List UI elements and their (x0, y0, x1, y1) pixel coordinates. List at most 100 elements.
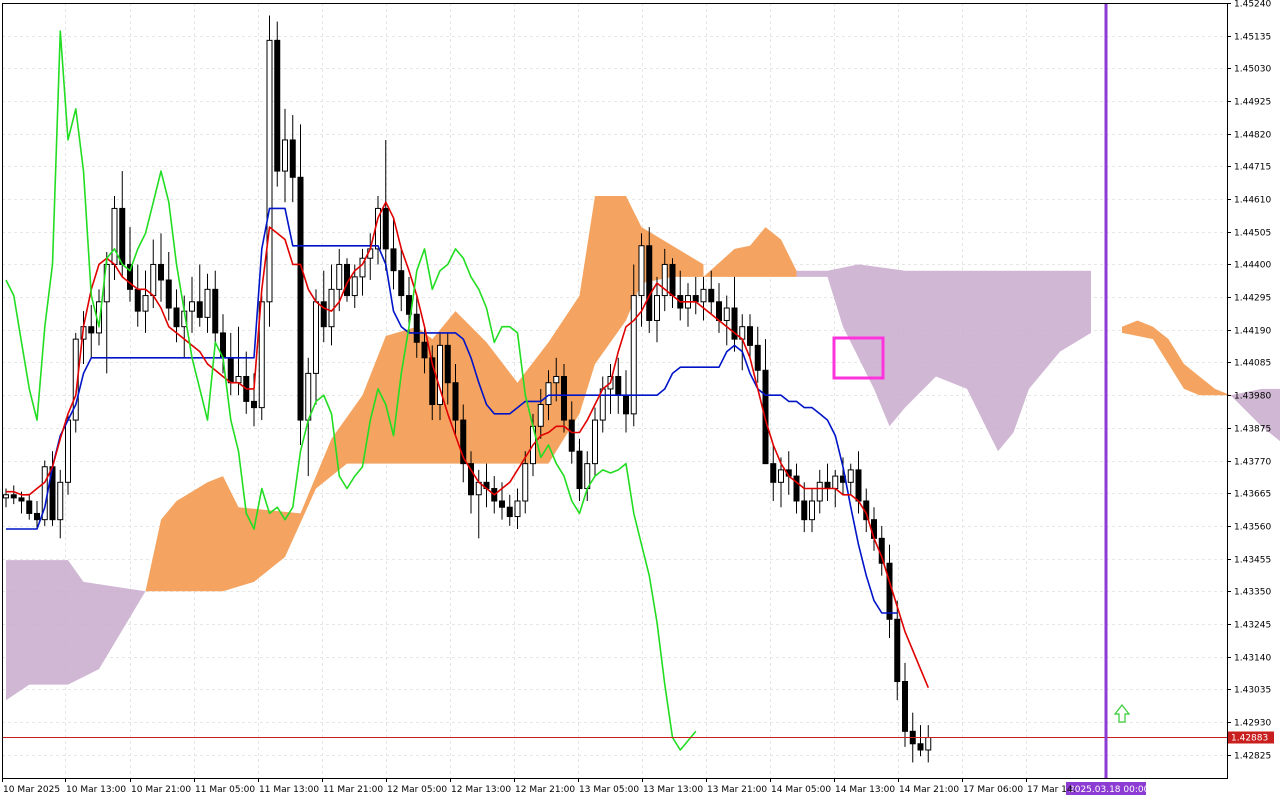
candle-bear (887, 563, 892, 619)
x-tick-label: 10 Mar 2025 (3, 785, 60, 795)
y-tick-label: 1.43665 (1234, 490, 1271, 500)
y-tick-label: 1.44295 (1234, 294, 1271, 304)
x-tick-label: 12 Mar 05:00 (387, 785, 447, 795)
x-tick-label: 13 Mar 21:00 (707, 785, 767, 795)
x-tick-label: 14 Mar 05:00 (771, 785, 831, 795)
candle-bear (383, 208, 388, 248)
candle-bear (391, 249, 396, 271)
candle-bear (562, 376, 567, 420)
candle-bear (825, 482, 830, 488)
candle-bear (445, 345, 450, 382)
candle-bear (11, 495, 16, 498)
y-tick-label: 1.44505 (1234, 229, 1271, 239)
candle-bull (701, 289, 706, 301)
y-tick-label: 1.43875 (1234, 425, 1271, 435)
y-tick-label: 1.44610 (1234, 196, 1271, 206)
candle-bear (159, 264, 164, 280)
y-tick-label: 1.43035 (1234, 686, 1271, 696)
candle-bear (414, 314, 419, 342)
candle-bear (577, 451, 582, 488)
candle-bull (236, 376, 241, 382)
candle-bear (298, 177, 303, 420)
x-tick-label: 12 Mar 13:00 (451, 785, 511, 795)
candle-bear (709, 289, 714, 301)
candle-bear (500, 501, 505, 507)
candle-bull (546, 383, 551, 405)
candle-bull (143, 296, 148, 312)
candle-bear (19, 498, 24, 501)
candle-bear (453, 383, 458, 420)
candle-bear (856, 470, 861, 501)
candle-bull (58, 482, 63, 519)
x-tick-label: 13 Mar 13:00 (643, 785, 703, 795)
y-tick-label: 1.45030 (1234, 65, 1271, 75)
candle-bear (422, 342, 427, 358)
candle-bear (670, 264, 675, 295)
candle-bear (89, 327, 94, 333)
x-tick-label: 11 Mar 21:00 (323, 785, 383, 795)
candle-bull (283, 140, 288, 171)
x-tick-label: 10 Mar 21:00 (131, 785, 191, 795)
y-tick-label: 1.42930 (1234, 719, 1271, 729)
x-tick-label: 11 Mar 05:00 (195, 785, 255, 795)
candle-bull (190, 302, 195, 311)
background (0, 0, 1280, 800)
candle-bear (624, 395, 629, 414)
y-tick-label: 1.43455 (1234, 556, 1271, 566)
candle-bear (213, 289, 218, 333)
candle-bull (352, 277, 357, 296)
candle-bear (647, 246, 652, 321)
x-tick-label: 17 Mar 06:00 (963, 785, 1023, 795)
candle-bear (35, 513, 40, 519)
vline-label: 2025.03.18 00:00 (1069, 785, 1150, 795)
y-tick-label: 1.44715 (1234, 163, 1271, 173)
x-tick-label: 14 Mar 13:00 (835, 785, 895, 795)
candle-bear (717, 302, 722, 321)
candle-bear (872, 520, 877, 539)
candle-bull (205, 289, 210, 317)
candle-bull (554, 376, 559, 382)
candle-bear (771, 464, 776, 483)
candle-bear (166, 280, 171, 308)
candle-bear (228, 358, 233, 383)
candle-bull (4, 495, 9, 498)
x-tick-label: 13 Mar 05:00 (579, 785, 639, 795)
candle-bear (693, 296, 698, 302)
candle-bear (197, 302, 202, 318)
y-tick-label: 1.43140 (1234, 654, 1271, 664)
y-tick-label: 1.44190 (1234, 327, 1271, 337)
candle-bear (755, 345, 760, 370)
candle-bear (895, 619, 900, 681)
y-tick-label: 1.44820 (1234, 131, 1271, 141)
candle-bull (523, 464, 528, 501)
candle-bear (903, 682, 908, 732)
candle-bull (314, 302, 319, 374)
candle-bull (655, 296, 660, 321)
candle-bear (616, 376, 621, 395)
candle-bear (27, 501, 32, 513)
candle-bull (810, 501, 815, 520)
candle-bull (639, 246, 644, 296)
y-tick-label: 1.44400 (1234, 261, 1271, 271)
candle-bear (399, 271, 404, 296)
candle-bull (151, 264, 156, 295)
candle-bull (515, 501, 520, 517)
candle-bull (306, 373, 311, 420)
candle-bear (794, 476, 799, 501)
candlestick-chart[interactable]: 1.428832025.03.18 00:00 1.452401.451351.… (0, 0, 1280, 800)
x-tick-label: 14 Mar 21:00 (899, 785, 959, 795)
candle-bear (252, 401, 257, 407)
x-tick-label: 10 Mar 13:00 (66, 785, 126, 795)
y-tick-label: 1.44085 (1234, 359, 1271, 369)
candle-bear (748, 327, 753, 346)
candle-bull (833, 476, 838, 488)
x-tick-label: 12 Mar 21:00 (515, 785, 575, 795)
candle-bull (817, 482, 822, 501)
candle-bear (120, 208, 125, 264)
candle-bear (918, 744, 923, 750)
x-tick-label: 11 Mar 13:00 (259, 785, 319, 795)
x-tick-label: 17 Mar 14: (1027, 785, 1076, 795)
chart[interactable]: 1.428832025.03.18 00:00 1.452401.451351.… (0, 0, 1280, 800)
candle-bull (779, 470, 784, 482)
current-price-label: 1.42883 (1231, 734, 1268, 744)
